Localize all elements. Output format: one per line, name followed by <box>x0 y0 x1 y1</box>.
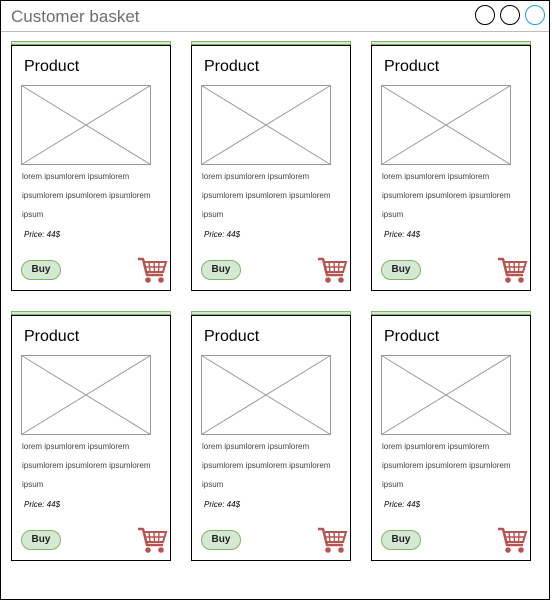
buy-button[interactable]: Buy <box>201 530 241 550</box>
shopping-cart-icon[interactable] <box>316 524 348 556</box>
buy-button[interactable]: Buy <box>381 530 421 550</box>
shopping-cart-icon[interactable] <box>496 524 528 556</box>
image-placeholder-icon <box>381 355 511 435</box>
product-title: Product <box>24 58 80 75</box>
window-control-button-active[interactable] <box>525 5 545 25</box>
window-control-button[interactable] <box>475 5 495 25</box>
product-title: Product <box>384 58 440 75</box>
product-description: lorem ipsumlorem ipsumlorem ipsumlorem i… <box>202 172 331 219</box>
card-frame: Product lorem ipsumlorem ipsumlorem ipsu… <box>191 45 351 291</box>
product-description: lorem ipsumlorem ipsumlorem ipsumlorem i… <box>382 172 511 219</box>
buy-button[interactable]: Buy <box>201 260 241 280</box>
buy-button[interactable]: Buy <box>21 260 61 280</box>
title-bar: Customer basket <box>1 1 549 32</box>
card-frame: Product lorem ipsumlorem ipsumlorem ipsu… <box>11 45 171 291</box>
card-frame: Product lorem ipsumlorem ipsumlorem ipsu… <box>11 315 171 561</box>
product-price: Price: 44$ <box>204 500 241 509</box>
shopping-cart-icon[interactable] <box>316 254 348 286</box>
window-title: Customer basket <box>11 7 140 26</box>
product-title: Product <box>204 58 260 75</box>
buy-button[interactable]: Buy <box>381 260 421 280</box>
product-price: Price: 44$ <box>24 500 61 509</box>
image-placeholder-icon <box>381 85 511 165</box>
image-placeholder-icon <box>201 85 331 165</box>
card-frame: Product lorem ipsumlorem ipsumlorem ipsu… <box>371 45 531 291</box>
product-card: Product lorem ipsumlorem ipsumlorem ipsu… <box>11 311 171 561</box>
shopping-cart-icon[interactable] <box>136 524 168 556</box>
product-card: Product lorem ipsumlorem ipsumlorem ipsu… <box>371 41 531 291</box>
card-frame: Product lorem ipsumlorem ipsumlorem ipsu… <box>191 315 351 561</box>
window-control-button[interactable] <box>500 5 520 25</box>
shopping-cart-icon[interactable] <box>496 254 528 286</box>
buy-button[interactable]: Buy <box>21 530 61 550</box>
image-placeholder-icon <box>201 355 331 435</box>
product-card: Product lorem ipsumlorem ipsumlorem ipsu… <box>11 41 171 291</box>
shopping-cart-icon[interactable] <box>136 254 168 286</box>
image-placeholder-icon <box>21 355 151 435</box>
product-price: Price: 44$ <box>24 230 61 239</box>
product-price: Price: 44$ <box>384 500 421 509</box>
product-card: Product lorem ipsumlorem ipsumlorem ipsu… <box>191 41 351 291</box>
product-card: Product lorem ipsumlorem ipsumlorem ipsu… <box>191 311 351 561</box>
product-description: lorem ipsumlorem ipsumlorem ipsumlorem i… <box>22 442 151 489</box>
product-description: lorem ipsumlorem ipsumlorem ipsumlorem i… <box>382 442 511 489</box>
product-title: Product <box>24 328 80 345</box>
card-frame: Product lorem ipsumlorem ipsumlorem ipsu… <box>371 315 531 561</box>
product-title: Product <box>384 328 440 345</box>
product-description: lorem ipsumlorem ipsumlorem ipsumlorem i… <box>22 172 151 219</box>
product-title: Product <box>204 328 260 345</box>
product-description: lorem ipsumlorem ipsumlorem ipsumlorem i… <box>202 442 331 489</box>
product-price: Price: 44$ <box>204 230 241 239</box>
browser-window: Customer basket Product lorem ipsumlorem… <box>0 0 550 600</box>
product-card: Product lorem ipsumlorem ipsumlorem ipsu… <box>371 311 531 561</box>
image-placeholder-icon <box>21 85 151 165</box>
product-price: Price: 44$ <box>384 230 421 239</box>
